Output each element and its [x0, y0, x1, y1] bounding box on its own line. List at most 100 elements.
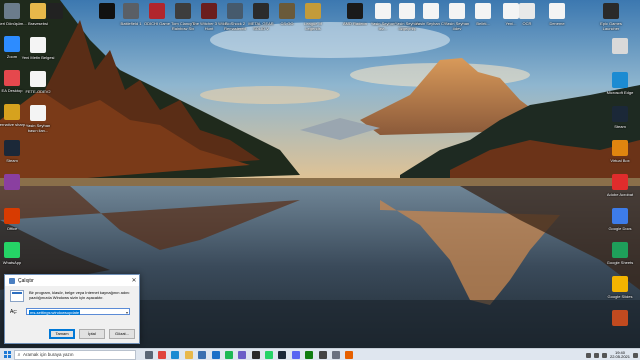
- desktop-shortcut[interactable]: Yasin Seyhan basın ilan...: [21, 105, 55, 133]
- desktop-shortcut-label: Google Docs: [608, 226, 632, 231]
- desktop-shortcut[interactable]: Deneme: [540, 3, 574, 26]
- task-view-icon[interactable]: [144, 350, 153, 359]
- document-icon: [549, 3, 565, 19]
- ea-desktop-icon: [4, 70, 20, 86]
- start-button[interactable]: [0, 349, 14, 361]
- xbox-icon[interactable]: [305, 350, 314, 359]
- browse-button[interactable]: Gözat...: [109, 329, 135, 339]
- store-icon[interactable]: [198, 350, 207, 359]
- ok-button[interactable]: Tamam: [49, 329, 75, 339]
- photos-icon[interactable]: [238, 350, 247, 359]
- open-input[interactable]: ms-settings:windowsupdate ▾: [26, 308, 130, 315]
- desktop-shortcut[interactable]: Google Slides: [603, 276, 637, 299]
- settings-icon[interactable]: [331, 350, 340, 359]
- run-description: Bir program, klasör, belge veya Internet…: [29, 290, 130, 300]
- volume-icon[interactable]: [601, 352, 607, 358]
- chevron-down-icon[interactable]: ▾: [126, 309, 128, 316]
- desktop-shortcut-label: Yeni Metin Belgesi: [21, 55, 55, 60]
- chevron-up-icon[interactable]: [585, 352, 591, 358]
- desktop-shortcut[interactable]: Google Sheets: [603, 242, 637, 265]
- desktop-shortcut[interactable]: Virtual Box: [603, 140, 637, 163]
- desktop-shortcut[interactable]: Microsoft Edge: [603, 72, 637, 95]
- game-icon: [149, 3, 165, 19]
- search-icon: ⌕: [17, 351, 21, 358]
- whatsapp-icon: [4, 242, 20, 258]
- desktop-shortcut-label: Deneme: [549, 21, 565, 26]
- notification-icon[interactable]: [633, 352, 638, 358]
- document-icon: [30, 105, 46, 121]
- desktop-shortcut-label: League of Legends: [304, 21, 322, 31]
- system-tray: 19:40 22.05.2021: [585, 349, 638, 361]
- desktop-shortcut[interactable]: Office: [0, 208, 29, 231]
- google-sheets-icon: [612, 242, 628, 258]
- chrome-icon[interactable]: [158, 350, 167, 359]
- desktop-shortcut-label: Steam: [6, 158, 18, 163]
- open-input-value: ms-settings:windowsupdate: [29, 310, 81, 315]
- pdf-icon: [612, 174, 628, 190]
- generic-app-icon: [612, 38, 628, 54]
- clock[interactable]: 19:40 22.05.2021: [610, 350, 630, 360]
- desktop-shortcut[interactable]: Epic Games Launcher: [594, 3, 628, 31]
- game-icon[interactable]: [318, 350, 327, 359]
- edge-icon[interactable]: [171, 350, 180, 359]
- battlefield-icon: [123, 3, 139, 19]
- desktop-shortcut-label: Yasin Seyhan basın ilan...: [25, 123, 51, 133]
- desktop-shortcut[interactable]: WhatsApp: [0, 242, 29, 265]
- network-icon[interactable]: [593, 352, 599, 358]
- run-program-icon: [10, 290, 24, 302]
- search-input[interactable]: ⌕ Aramak için buraya yazın: [14, 349, 136, 360]
- desktop-shortcut[interactable]: [603, 38, 637, 56]
- desktop-shortcut[interactable]: Yeni Metin Belgesi: [21, 37, 55, 60]
- run-dialog-titlebar[interactable]: Çalıştır ✕: [5, 275, 139, 286]
- edge-icon: [612, 72, 628, 88]
- desktop-shortcut-label: WhatsApp: [2, 260, 22, 265]
- epic-games-icon[interactable]: [251, 350, 260, 359]
- steam-icon[interactable]: [278, 350, 287, 359]
- close-button[interactable]: ✕: [129, 277, 139, 284]
- desktop-shortcut[interactable]: League of Legends: [296, 3, 330, 31]
- mail-icon[interactable]: [211, 350, 220, 359]
- desktop-shortcut[interactable]: Steam: [0, 140, 29, 163]
- desktop-shortcut-label: Google Slides: [607, 294, 633, 299]
- desktop-shortcut[interactable]: FETE-ODEV2: [21, 71, 55, 94]
- document-icon: [423, 3, 439, 19]
- discord-icon[interactable]: [291, 350, 300, 359]
- epic-games-icon: [603, 3, 619, 19]
- whatsapp-icon[interactable]: [265, 350, 274, 359]
- open-label: Aç:: [10, 308, 18, 315]
- desktop-shortcut[interactable]: Steam: [603, 106, 637, 129]
- text-document-icon: [30, 37, 46, 53]
- winrar-icon: [4, 174, 20, 190]
- desktop-shortcut[interactable]: [0, 174, 29, 192]
- desktop-shortcut[interactable]: Google Docs: [603, 208, 637, 231]
- desktop-shortcut-label: Adobe Acrobat: [606, 192, 634, 197]
- alternative-app-icon: [4, 104, 20, 120]
- firefox-icon[interactable]: [345, 350, 354, 359]
- document-icon: [519, 3, 535, 19]
- game-icon: [612, 310, 628, 326]
- csgo-icon: [279, 3, 295, 19]
- steam-icon: [4, 140, 20, 156]
- desktop-shortcut-label: Steam: [614, 124, 626, 129]
- desktop-shortcut[interactable]: [603, 310, 637, 328]
- document-icon: [375, 3, 391, 19]
- desktop-shortcut-label: Microsoft Edge: [606, 90, 634, 95]
- virtualbox-icon: [612, 140, 628, 156]
- desktop-shortcut-label: FETE-ODEV2: [25, 89, 51, 94]
- recycle-bin-icon: [4, 3, 20, 19]
- desktop-shortcut[interactable]: Adobe Acrobat: [603, 174, 637, 197]
- desktop-shortcut-label: Virtual Box: [610, 158, 630, 163]
- desktop-shortcut-label: OCR: [522, 21, 532, 26]
- google-docs-icon: [612, 208, 628, 224]
- desktop-shortcut[interactable]: OCR: [510, 3, 544, 26]
- game-m-icon: [99, 3, 115, 19]
- google-slides-icon: [612, 276, 628, 292]
- cancel-button[interactable]: İptal: [79, 329, 105, 339]
- file-explorer-icon[interactable]: [184, 350, 193, 359]
- run-dialog: Çalıştır ✕ Bir program, klasör, belge ve…: [4, 274, 140, 344]
- zoom-icon: [4, 36, 20, 52]
- desktop-shortcut[interactable]: [38, 3, 72, 21]
- desktop-shortcut-label: Office: [6, 226, 18, 231]
- desktop-shortcut-label: Google Sheets: [606, 260, 634, 265]
- spotify-icon[interactable]: [224, 350, 233, 359]
